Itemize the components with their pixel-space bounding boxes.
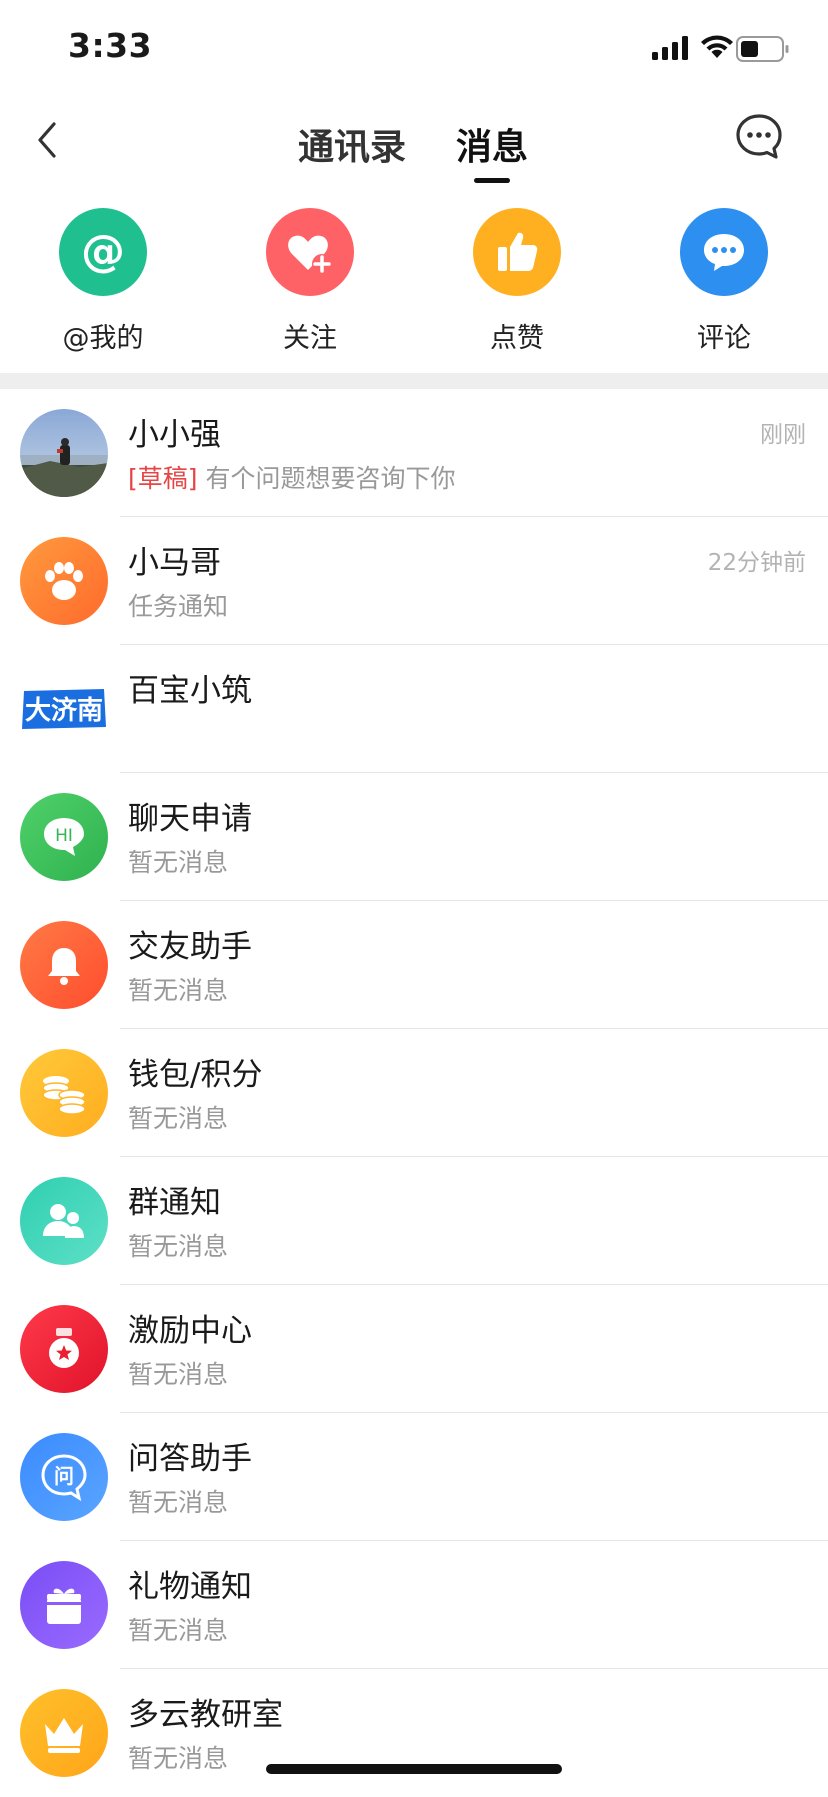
top-nav: 通讯录 消息 — [0, 96, 828, 188]
message-preview: 暂无消息 — [128, 1104, 229, 1133]
contact-name: 聊天申请 — [128, 801, 252, 837]
quick-actions: @ @我的 关注 点赞 评论 — [0, 200, 828, 370]
list-item[interactable]: 问 问答助手 暂无消息 — [0, 1413, 828, 1541]
draft-tag: [草稿] — [128, 464, 198, 493]
list-item[interactable]: 激励中心 暂无消息 — [0, 1285, 828, 1413]
section-divider — [0, 373, 828, 389]
message-preview: 暂无消息 — [128, 1744, 229, 1773]
quick-at-me-label: @我的 — [62, 323, 144, 354]
list-item[interactable]: HI 聊天申请 暂无消息 — [0, 773, 828, 901]
quick-comment-label: 评论 — [697, 323, 751, 354]
message-preview: 暂无消息 — [128, 1488, 229, 1517]
group-icon — [20, 1177, 108, 1265]
thumbs-up-icon — [473, 208, 561, 296]
message-time: 22分钟前 — [707, 550, 806, 576]
tab-messages[interactable]: 消息 — [456, 118, 528, 170]
logo-icon: 大济南 — [20, 665, 108, 753]
contact-name: 钱包/积分 — [128, 1057, 263, 1093]
message-preview: 暂无消息 — [128, 1232, 229, 1261]
contact-name: 问答助手 — [128, 1441, 252, 1477]
qa-icon: 问 — [20, 1433, 108, 1521]
message-preview: 暂无消息 — [128, 976, 229, 1005]
list-item[interactable]: 大济南 百宝小筑 — [0, 645, 828, 773]
contact-name: 小小强 — [128, 417, 221, 453]
coins-icon — [20, 1049, 108, 1137]
medal-icon — [20, 1305, 108, 1393]
message-time: 刚刚 — [760, 422, 806, 448]
paw-icon — [20, 537, 108, 625]
avatar — [20, 409, 108, 497]
wifi-icon — [701, 35, 733, 58]
back-icon[interactable] — [28, 116, 68, 164]
svg-text:@: @ — [81, 226, 125, 277]
quick-comment[interactable]: 评论 — [644, 208, 804, 355]
contact-name: 激励中心 — [128, 1313, 252, 1349]
message-preview: 任务通知 — [128, 592, 229, 621]
logo-text: 大济南 — [25, 696, 103, 726]
list-item[interactable]: 小马哥 任务通知 22分钟前 — [0, 517, 828, 645]
qa-text: 问 — [54, 1464, 74, 1488]
quick-like[interactable]: 点赞 — [437, 208, 597, 355]
hi-text: HI — [55, 826, 73, 846]
preview-text: 有个问题想要咨询下你 — [205, 464, 456, 493]
message-preview: 暂无消息 — [128, 1360, 229, 1389]
contact-name: 礼物通知 — [128, 1569, 252, 1605]
list-item[interactable]: 多云教研室 暂无消息 — [0, 1669, 828, 1797]
contact-name: 小马哥 — [128, 545, 221, 581]
active-tab-indicator — [474, 178, 510, 183]
quick-follow-label: 关注 — [283, 323, 337, 354]
list-item[interactable]: 礼物通知 暂无消息 — [0, 1541, 828, 1669]
comment-icon — [680, 208, 768, 296]
list-item[interactable]: 交友助手 暂无消息 — [0, 901, 828, 1029]
contact-name: 群通知 — [128, 1185, 221, 1221]
quick-at-me[interactable]: @ @我的 — [23, 208, 183, 355]
message-preview: 暂无消息 — [128, 1616, 229, 1645]
signal-icon — [652, 36, 688, 60]
quick-follow[interactable]: 关注 — [230, 208, 390, 355]
crown-icon — [20, 1689, 108, 1777]
battery-icon — [736, 36, 789, 62]
message-list: 小小强 [草稿] 有个问题想要咨询下你 刚刚 小马哥 任务通知 22分钟前 大济… — [0, 389, 828, 1797]
quick-like-label: 点赞 — [490, 323, 544, 354]
new-chat-icon[interactable] — [734, 112, 784, 162]
message-preview: 暂无消息 — [128, 848, 229, 877]
status-bar: 3:33 — [0, 0, 828, 96]
home-indicator[interactable] — [266, 1764, 562, 1774]
contact-name: 多云教研室 — [128, 1697, 283, 1733]
heart-plus-icon — [266, 208, 354, 296]
message-preview: [草稿] 有个问题想要咨询下你 — [128, 459, 455, 495]
contact-name: 百宝小筑 — [128, 673, 252, 709]
contact-name: 交友助手 — [128, 929, 252, 965]
status-time: 3:33 — [68, 26, 153, 65]
tab-contacts[interactable]: 通讯录 — [298, 118, 406, 170]
at-icon: @ — [59, 208, 147, 296]
list-item[interactable]: 小小强 [草稿] 有个问题想要咨询下你 刚刚 — [0, 389, 828, 517]
list-item[interactable]: 钱包/积分 暂无消息 — [0, 1029, 828, 1157]
gift-icon — [20, 1561, 108, 1649]
list-item[interactable]: 群通知 暂无消息 — [0, 1157, 828, 1285]
bell-icon — [20, 921, 108, 1009]
chat-request-icon: HI — [20, 793, 108, 881]
